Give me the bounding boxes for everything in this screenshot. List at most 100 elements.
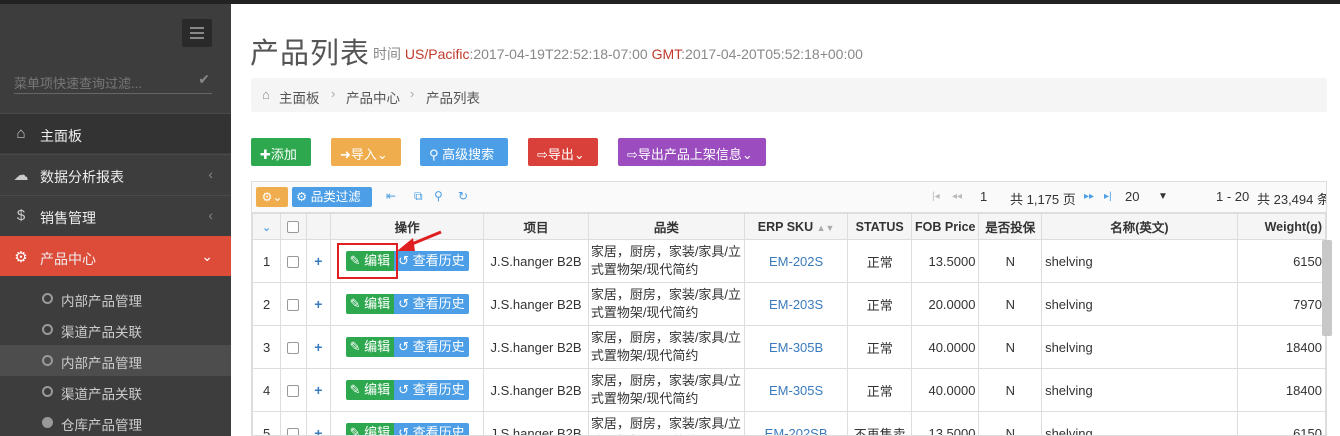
row-checkbox[interactable] [287,385,300,398]
gear-icon[interactable]: ⚙⌄ [256,187,288,207]
page-input[interactable]: 1 [980,189,987,204]
edit-button[interactable]: ✎ 编辑 [345,423,395,436]
column-header-name-en[interactable]: 名称(英文) [1041,213,1238,240]
plus-icon[interactable]: + [314,253,322,269]
edit-button[interactable]: ✎ 编辑 [345,337,395,357]
chevron-right-icon: › [410,86,415,101]
row-checkbox[interactable] [287,428,300,435]
chevron-left-icon: ‹ [208,207,213,223]
sidebar-subitem[interactable]: 渠道产品关联 [0,376,231,407]
search-icon: ⚲ [429,147,439,162]
last-page-icon[interactable]: ▸| [1104,191,1112,202]
actions-cell: ✎ 编辑 ↺ 查看历史 [329,368,485,412]
sidebar-subitem[interactable]: 仓库产品管理 [0,407,231,436]
sku-link[interactable]: EM-203S [743,282,849,326]
column-header-weight[interactable]: Weight(g) [1236,213,1326,240]
expand-column-header[interactable]: ⌄ [252,213,282,240]
row-checkbox-cell [280,325,307,369]
table-row[interactable]: 4 + ✎ 编辑 ↺ 查看历史 J.S.hanger B2B 家居，厨房，家装/家具/立式… [252,368,1326,412]
menu-toggle-icon[interactable] [182,19,212,47]
import-button[interactable]: ➜导入⌄ [331,138,401,166]
edit-icon: ✎ [349,296,361,311]
breadcrumb-item[interactable]: 主面板 [279,87,320,107]
sku-link[interactable]: EM-202S [743,239,849,283]
chevron-down-icon[interactable]: ⌄ [262,222,271,234]
view-history-button[interactable]: ↺ 查看历史 [394,423,469,435]
total-records: 共 23,494 条 [1257,192,1327,207]
menu-search-input[interactable]: 菜单项快速查询过滤... ✔ [14,68,212,94]
column-header-status[interactable]: STATUS [847,213,913,240]
plus-icon[interactable]: + [314,339,322,355]
view-history-button[interactable]: ↺ 查看历史 [394,294,469,314]
sort-icon[interactable]: ▲▼ [817,223,835,233]
view-history-button[interactable]: ↺ 查看历史 [394,337,469,357]
column-header-category[interactable]: 品类 [587,213,745,240]
sidebar-item-products[interactable]: ⚙ 产品中心 ⌄ [0,236,231,276]
weight-cell: 18400 [1236,325,1326,369]
advanced-search-button[interactable]: ⚲ 高级搜索 [420,138,508,166]
row-checkbox[interactable] [287,256,300,269]
export-icon: ⇨ [537,147,548,162]
sidebar-item-sales[interactable]: $ 销售管理 ‹ [0,195,231,235]
name-en-cell: shelving [1041,239,1238,283]
status-cell: 正常 [847,282,913,326]
plus-icon[interactable]: + [314,296,322,312]
edit-button[interactable]: ✎ 编辑 [345,380,395,400]
insured-cell: N [978,368,1043,412]
row-checkbox[interactable] [287,299,300,312]
export-listing-button[interactable]: ⇨导出产品上架信息⌄ [618,138,766,166]
chevron-down-icon: ⌄ [201,248,213,264]
refresh-icon[interactable]: ↻ [458,189,468,203]
caret-down-icon[interactable]: ▼ [1158,191,1168,202]
record-range: 1 - 20 [1216,189,1250,204]
plus-icon[interactable]: + [314,425,322,435]
plus-icon[interactable]: + [314,382,322,398]
import-icon: ➜ [340,147,351,162]
popup-icon[interactable]: ⧉ [414,189,423,204]
scrollbar[interactable] [1322,240,1332,336]
actions-cell: ✎ 编辑 ↺ 查看历史 [329,325,485,369]
table-row[interactable]: 5+✎ 编辑↺ 查看历史J.S.hanger B2B家居，厨房，家装/家具/立式… [252,411,1326,436]
home-icon: ⌂ [16,125,26,142]
sidebar-subitem[interactable]: 渠道产品关联 [0,314,231,345]
category-filter-button[interactable]: ⚙ 品类过滤 [292,187,372,207]
sku-link[interactable]: EM-305S [743,368,849,412]
fob-price-cell: 13.5000 [911,411,980,435]
select-all-checkbox[interactable] [287,221,300,234]
column-header-fob[interactable]: FOB Price [911,213,980,240]
add-button[interactable]: ✚添加 [251,138,311,166]
sku-link[interactable]: EM-202SB [743,411,849,435]
check-icon[interactable]: ✔ [198,71,210,88]
sku-link[interactable]: EM-305B [743,325,849,369]
table-row[interactable]: 3 + ✎ 编辑 ↺ 查看历史 J.S.hanger B2B 家居，厨房，家装/家具/立式… [252,325,1326,369]
breadcrumb-item[interactable]: 产品中心 [346,87,400,107]
edit-button[interactable]: ✎ 编辑 [345,294,395,314]
prev-page-icon[interactable]: ◂◂ [952,191,962,202]
sidebar-subitem[interactable]: 内部产品管理 [0,283,231,314]
sidebar-subitem[interactable]: 内部产品管理 [0,345,231,376]
insured-cell: N [978,282,1043,326]
row-number: 1 [252,239,282,283]
annotation-highlight-box [337,243,398,279]
row-checkbox[interactable] [287,342,300,355]
edit-icon: ✎ [349,425,361,436]
column-header-project[interactable]: 项目 [483,213,589,240]
column-header-insured[interactable]: 是否投保 [978,213,1043,240]
first-page-icon[interactable]: |◂ [932,191,940,202]
category-cell: 家居，厨房，家装/家具/立式置物架/现代简约 [587,282,745,326]
home-icon: ⌂ [262,87,270,102]
sidebar-item-reports[interactable]: ☁ 数据分析报表 ‹ [0,154,231,194]
sidebar-item-dashboard[interactable]: ⌂ 主面板 [0,113,231,153]
export-button[interactable]: ⇨导出⌄ [528,138,598,166]
search-icon[interactable]: ⚲ [434,189,443,203]
first-column-icon[interactable]: ⇤ [386,189,396,203]
view-history-button[interactable]: ↺ 查看历史 [394,380,469,400]
breadcrumb: ⌂ 主面板 › 产品中心 › 产品列表 [251,78,1327,112]
status-cell: 正常 [847,368,913,412]
insured-cell: N [978,239,1043,283]
total-pages: 共 1,175 页 [1010,192,1076,207]
next-page-icon[interactable]: ▸▸ [1084,191,1094,202]
table-row[interactable]: 2 + ✎ 编辑 ↺ 查看历史 J.S.hanger B2B 家居，厨房，家装/家具/立式… [252,282,1326,326]
page-size-select[interactable]: 20 [1125,189,1139,204]
column-header-sku[interactable]: ERP SKU ▲▼ [743,213,849,240]
